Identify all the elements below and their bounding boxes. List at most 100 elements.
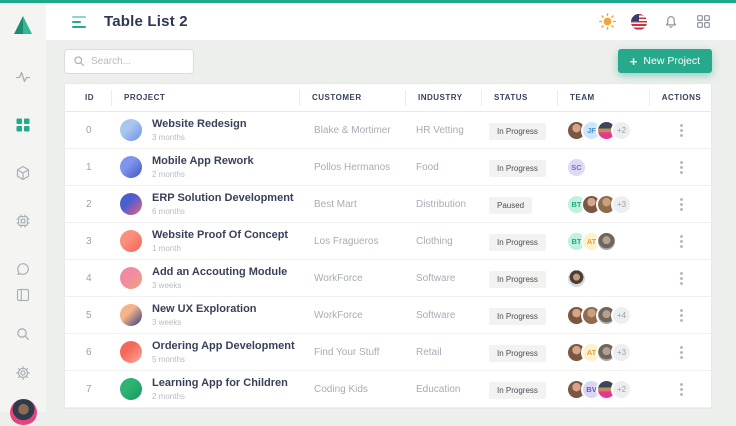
top-accent-bar <box>0 0 736 3</box>
cell-team: BTAT <box>557 231 649 252</box>
cell-team: BT+3 <box>557 194 649 215</box>
status-badge: In Progress <box>489 123 546 140</box>
project-text: Learning App for Children2 months <box>152 377 288 400</box>
table-row: 1Mobile App Rework2 monthsPollos Hermano… <box>65 149 711 186</box>
cell-status: In Progress <box>481 232 557 251</box>
project-icon <box>120 267 142 289</box>
projects-table: IDPROJECTCUSTOMERINDUSTRYSTATUSTEAMACTIO… <box>64 83 712 409</box>
cell-status: In Progress <box>481 306 557 325</box>
cell-industry: Software <box>405 310 481 321</box>
row-actions-menu[interactable] <box>672 157 691 178</box>
status-badge: In Progress <box>489 345 546 362</box>
cell-project: Mobile App Rework2 months <box>111 155 299 178</box>
page-header: Table List 2 <box>46 3 736 40</box>
theme-sun-icon[interactable] <box>598 13 616 31</box>
row-actions-menu[interactable] <box>672 231 691 252</box>
toolbar: + New Project <box>64 48 712 74</box>
search-input[interactable] <box>91 56 181 67</box>
project-icon <box>120 119 142 141</box>
cell-id: 1 <box>65 162 111 173</box>
project-duration: 3 months <box>152 133 247 142</box>
project-icon <box>120 230 142 252</box>
cell-status: In Progress <box>481 380 557 399</box>
column-header-status: STATUS <box>481 90 557 106</box>
cell-customer: WorkForce <box>299 273 405 284</box>
table-row: 2 ERP Solution Development 6 months Best Ma… <box>65 186 711 223</box>
status-badge: In Progress <box>489 308 546 325</box>
row-actions-menu[interactable] <box>672 120 691 141</box>
cell-actions <box>649 268 713 289</box>
new-project-label: New Project <box>643 55 700 67</box>
project-text: New UX Exploration 3 weeks <box>152 303 257 326</box>
sidebar <box>0 3 46 412</box>
team-avatar <box>566 268 587 289</box>
notifications-bell-icon[interactable] <box>662 13 680 31</box>
project-name: Mobile App Rework <box>152 155 254 168</box>
cell-actions <box>649 231 713 252</box>
menu-toggle-icon[interactable] <box>72 16 86 28</box>
row-actions-menu[interactable] <box>672 305 691 326</box>
table-body: 0Website Redesign3 monthsBlake & Mortime… <box>65 112 711 408</box>
page-title: Table List 2 <box>104 13 188 30</box>
chat-icon[interactable] <box>10 256 36 282</box>
cell-customer: Best Mart <box>299 199 405 210</box>
app-logo[interactable] <box>11 13 35 42</box>
package-icon[interactable] <box>10 160 36 186</box>
project-name: Add an Accouting Module <box>152 266 287 279</box>
cell-team: SC <box>557 157 649 178</box>
cell-status: In Progress <box>481 158 557 177</box>
cell-actions <box>649 305 713 326</box>
gear-icon[interactable] <box>10 360 36 386</box>
project-icon <box>120 193 142 215</box>
cell-team: BV+2 <box>557 379 649 400</box>
search-icon <box>73 55 85 67</box>
status-badge: In Progress <box>489 271 546 288</box>
cell-customer: Coding Kids <box>299 384 405 395</box>
row-actions-menu[interactable] <box>672 342 691 363</box>
table-row: 7 Learning App for Children2 months Coding… <box>65 371 711 408</box>
table-row: 3Website Proof Of Concept1 monthLos Frag… <box>65 223 711 260</box>
row-actions-menu[interactable] <box>672 379 691 400</box>
project-duration: 3 weeks <box>152 318 257 327</box>
cell-status: In Progress <box>481 269 557 288</box>
project-name: ERP Solution Development <box>152 192 294 205</box>
cell-project: Learning App for Children2 months <box>111 377 299 400</box>
cell-id: 2 <box>65 199 111 210</box>
team-avatar <box>596 231 617 252</box>
cell-team: AT+3 <box>557 342 649 363</box>
project-name: New UX Exploration <box>152 303 257 316</box>
dashboard-grid-icon[interactable] <box>10 112 36 138</box>
row-actions-menu[interactable] <box>672 268 691 289</box>
cell-project: Add an Accouting Module3 weeks <box>111 266 299 289</box>
activity-icon[interactable] <box>10 64 36 90</box>
cell-actions <box>649 120 713 141</box>
search-icon[interactable] <box>10 321 36 347</box>
cell-status: In Progress <box>481 121 557 140</box>
cell-project: Ordering App Development5 months <box>111 340 299 363</box>
language-us-flag-icon[interactable] <box>630 13 648 31</box>
cell-id: 7 <box>65 384 111 395</box>
project-text: Website Redesign 3 months <box>152 118 247 141</box>
cell-industry: Software <box>405 273 481 284</box>
project-text: Mobile App Rework2 months <box>152 155 254 178</box>
new-project-button[interactable]: + New Project <box>618 49 712 73</box>
cell-actions <box>649 194 713 215</box>
table-row: 5New UX Exploration3 weeksWorkForceSoftw… <box>65 297 711 334</box>
column-header-id: ID <box>65 90 111 106</box>
project-icon <box>120 341 142 363</box>
cpu-icon[interactable] <box>10 208 36 234</box>
table-row: 4Add an Accouting Module3 weeksWorkForce… <box>65 260 711 297</box>
project-name: Learning App for Children <box>152 377 288 390</box>
cell-status: Paused <box>481 195 557 214</box>
project-name: Website Redesign <box>152 118 247 131</box>
cell-industry: Food <box>405 162 481 173</box>
user-avatar[interactable] <box>10 399 37 426</box>
row-actions-menu[interactable] <box>672 194 691 215</box>
cell-actions <box>649 157 713 178</box>
project-icon <box>120 304 142 326</box>
apps-grid-icon[interactable] <box>694 13 712 31</box>
layout-icon[interactable] <box>10 282 36 308</box>
cell-actions <box>649 379 713 400</box>
project-duration: 6 months <box>152 207 294 216</box>
project-text: ERP Solution Development 6 months <box>152 192 294 215</box>
